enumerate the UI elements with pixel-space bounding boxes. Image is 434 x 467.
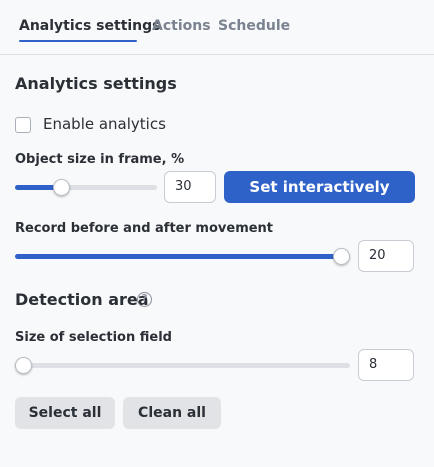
slider-track [15,363,350,368]
object-size-slider[interactable] [15,178,157,196]
slider-thumb[interactable] [53,179,70,196]
selection-field-input[interactable]: 8 [358,349,414,381]
enable-analytics-label[interactable]: Enable analytics [43,115,166,133]
tab-analytics-settings[interactable]: Analytics settings [19,18,161,34]
selection-field-label: Size of selection field [15,330,172,345]
detection-area-title: Detection area [15,290,149,309]
slider-thumb[interactable] [15,357,32,374]
help-icon[interactable]: ? [137,292,152,307]
record-label: Record before and after movement [15,221,274,236]
set-interactively-button[interactable]: Set interactively [224,171,415,203]
record-input[interactable]: 20 [358,240,414,272]
enable-analytics-checkbox[interactable] [15,117,31,133]
analytics-section-title: Analytics settings [15,74,177,93]
active-tab-indicator [19,40,137,42]
selection-field-slider[interactable] [15,356,350,374]
object-size-label: Object size in frame, % [15,152,185,167]
clean-all-button[interactable]: Clean all [123,397,221,429]
analytics-settings-panel: Analytics settings Actions Schedule Anal… [0,0,434,467]
record-slider[interactable] [15,247,350,265]
tab-schedule[interactable]: Schedule [218,18,290,34]
tab-actions[interactable]: Actions [152,18,211,34]
select-all-button[interactable]: Select all [15,397,115,429]
tab-bar: Analytics settings Actions Schedule [0,0,434,55]
object-size-input[interactable]: 30 [164,171,216,203]
slider-thumb[interactable] [333,248,350,265]
slider-fill [15,254,342,259]
